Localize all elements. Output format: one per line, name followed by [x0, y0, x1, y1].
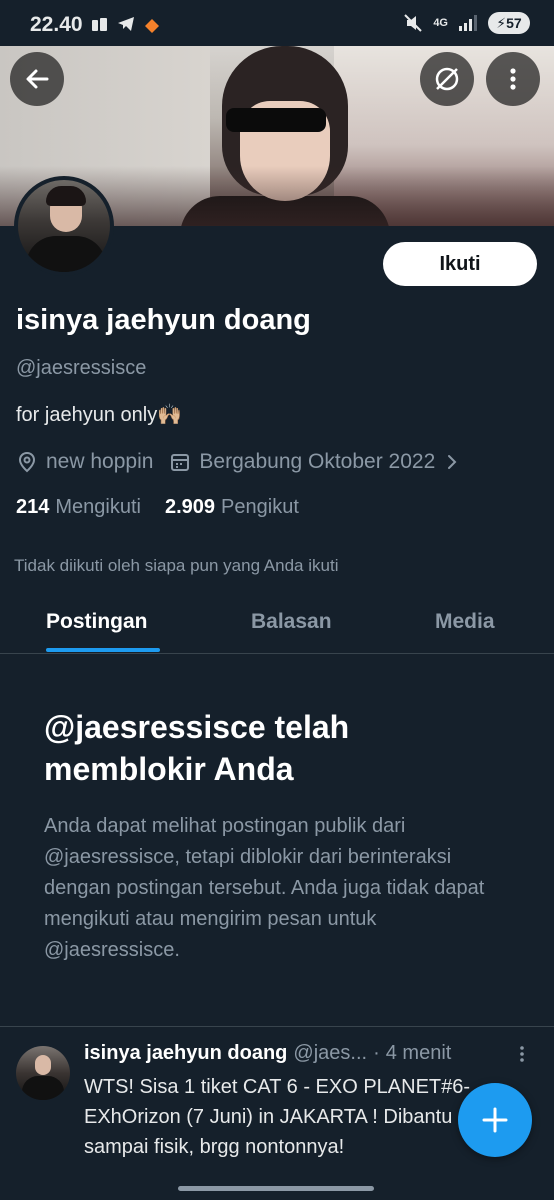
- active-tab-indicator: [46, 648, 160, 652]
- plus-icon: [482, 1107, 508, 1133]
- avatar-figure-body: [26, 236, 106, 272]
- battery-indicator: ⚡ 57: [488, 12, 530, 34]
- profile-display-name: isinya jaehyun doang: [16, 304, 311, 336]
- avatar-figure-hair: [46, 186, 86, 206]
- blocked-notice-description: Anda dapat melihat postingan publik dari…: [44, 815, 485, 961]
- more-vertical-icon: [510, 68, 516, 90]
- post-timestamp: 4 menit: [385, 1042, 452, 1064]
- more-options-button[interactable]: [486, 52, 540, 106]
- profile-location: new hoppin: [46, 450, 154, 473]
- post-avatar-body: [22, 1076, 64, 1100]
- profile-tabs: Postingan Balasan Media: [0, 596, 554, 654]
- home-indicator[interactable]: [178, 1186, 374, 1191]
- profile-bio: for jaehyun only🙌🏼: [16, 404, 183, 426]
- location-pin-icon: [16, 451, 38, 473]
- post-separator-dot: ·: [373, 1042, 380, 1064]
- follow-button[interactable]: Ikuti: [383, 242, 537, 286]
- mutual-followers-note: Tidak diikuti oleh siapa pun yang Anda i…: [14, 556, 339, 575]
- status-notification-icons: [90, 14, 162, 34]
- blocked-notice-title: @jaesressisce telah memblokir Anda: [44, 709, 350, 787]
- tab-media[interactable]: Media: [435, 610, 495, 634]
- post-more-icon[interactable]: [518, 1044, 526, 1070]
- muted-circle-icon: [435, 67, 459, 91]
- back-button[interactable]: [10, 52, 64, 106]
- followers-label[interactable]: Pengikut: [221, 496, 299, 519]
- post-avatar-face: [35, 1055, 51, 1075]
- profile-handle: @jaesressisce: [16, 357, 147, 379]
- muted-button[interactable]: [420, 52, 474, 106]
- mute-status-icon: [404, 14, 423, 32]
- arrow-left-icon: [26, 69, 49, 89]
- status-bar: 22.40 4G ⚡ 57: [0, 0, 554, 46]
- post-body[interactable]: WTS! Sisa 1 tiket CAT 6 - EXO PLANET#6-E…: [84, 1072, 484, 1162]
- status-system-icons: 4G ⚡ 57: [403, 12, 530, 34]
- shopee-icon: [145, 19, 159, 33]
- followers-count[interactable]: 2.909: [165, 496, 215, 519]
- calendar-icon: [169, 451, 191, 473]
- profile-stats: 214 Mengikuti 2.909 Pengikut: [16, 496, 323, 519]
- battery-level: 57: [506, 15, 522, 31]
- profile-avatar[interactable]: [14, 176, 114, 276]
- banner-figure-sunglasses: [226, 108, 326, 132]
- post-author-name[interactable]: isinya jaehyun doang: [84, 1042, 287, 1065]
- telegram-icon: [118, 17, 134, 31]
- network-type: 4G: [433, 17, 448, 29]
- post-author-handle[interactable]: @jaes...: [293, 1042, 367, 1065]
- bottom-fade: [0, 1168, 554, 1200]
- following-count[interactable]: 214: [16, 496, 49, 519]
- tab-replies[interactable]: Balasan: [251, 610, 332, 634]
- tab-posts[interactable]: Postingan: [46, 610, 148, 634]
- compose-button[interactable]: [458, 1083, 532, 1157]
- following-label[interactable]: Mengikuti: [55, 496, 141, 519]
- notification-app-icon: [92, 18, 107, 31]
- post-header: isinya jaehyun doang @jaes... · 4 menit: [84, 1042, 524, 1065]
- chevron-right-icon: [445, 452, 459, 472]
- status-time: 22.40: [30, 13, 83, 36]
- profile-joined-date: Bergabung Oktober 2022: [199, 450, 436, 473]
- signal-icon: [459, 15, 477, 31]
- post-avatar[interactable]: [16, 1046, 70, 1100]
- content-divider: [0, 1026, 554, 1027]
- profile-meta-row[interactable]: new hoppin Bergabung Oktober 2022: [16, 450, 467, 474]
